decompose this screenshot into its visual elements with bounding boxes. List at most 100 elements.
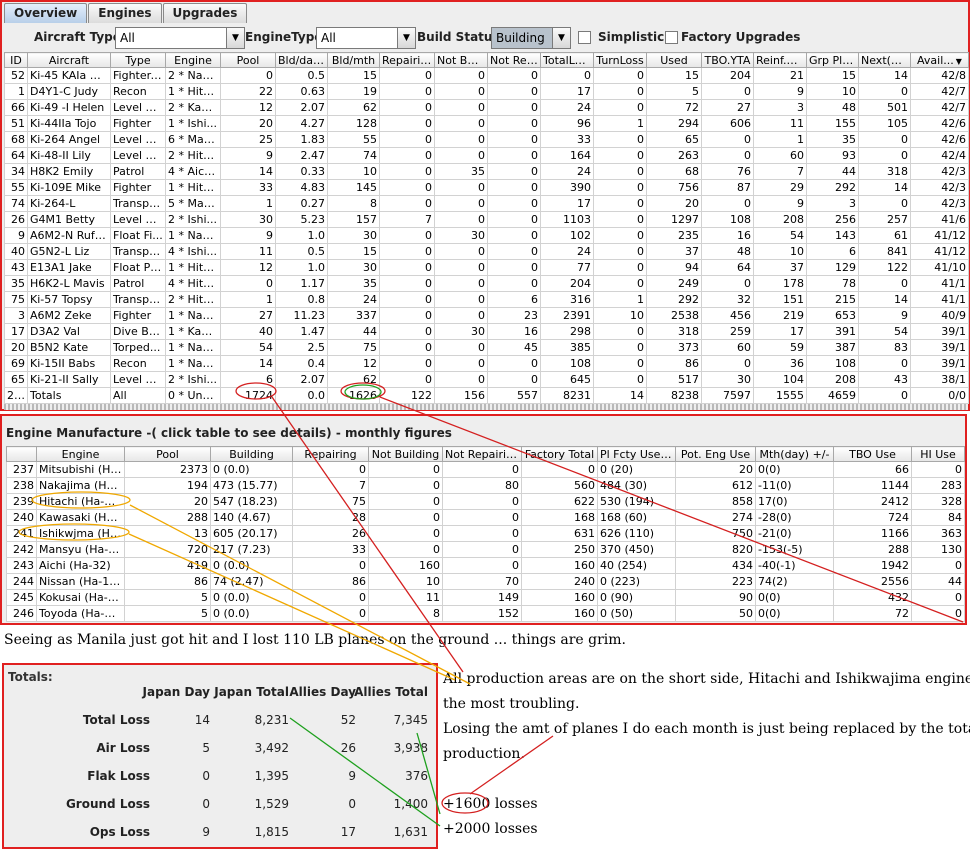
column-header[interactable]: Not Rep...	[487, 52, 541, 68]
column-header[interactable]: Repairing	[292, 446, 369, 462]
engine-row[interactable]: 246 Toyoda (Ha-44) 5 0 (0.0) 0 8 152 160 0 (50) 5…	[6, 605, 965, 622]
table-cell: 36	[753, 355, 807, 372]
table-row[interactable]: 75 Ki-57 Topsy Transport 2 * Hita... 1 0.8 24 0…	[4, 291, 969, 308]
column-header[interactable]: Pool	[124, 446, 211, 462]
column-header[interactable]: TotalLo...	[540, 52, 594, 68]
factory-upgrades-checkbox[interactable]	[665, 31, 678, 44]
engine-row[interactable]: 245 Kokusai (Ha-43) 5 0 (0.0) 0 11 149 160 0 (90…	[6, 589, 965, 606]
engine-row[interactable]: 238 Nakajima (Ha-5) 194 473 (15.77) 7 0 80 560 4…	[6, 477, 965, 494]
column-header[interactable]: Grp Pla...	[806, 52, 859, 68]
engine-row[interactable]: 240Kawasaki (Ha-41)288140 (4.67)28001681…	[6, 509, 965, 526]
table-row[interactable]: 74 Ki-264-L Transport 5 * Man... 1 0.27 8 0 0 0 17…	[4, 195, 969, 212]
table-cell: 0	[593, 147, 647, 164]
column-header[interactable]: ID	[4, 52, 28, 68]
table-cell: 0	[442, 461, 522, 478]
table-row[interactable]: 55 Ki-109E Mike Fighter 1 * Hita... 33 4.83 14…	[4, 179, 969, 196]
table-row[interactable]: 66 Ki-49 -I Helen Level B... 2 * Kaw... 12 2.…	[4, 99, 969, 116]
table-cell: Ki-48-II Lily	[27, 147, 111, 164]
tab-upgrades[interactable]: Upgrades	[162, 3, 248, 23]
table-row[interactable]: 26 G4M1 Betty Level B... 2 * Ishi... 30 5.23 1…	[4, 211, 969, 228]
simplistic-checkbox[interactable]	[578, 31, 591, 44]
column-header[interactable]: Building	[210, 446, 293, 462]
table-row[interactable]: 1 D4Y1-C Judy Recon 1 * Hita... 22 0.63 19 0 0 0 1…	[4, 83, 969, 100]
tab-engines[interactable]: Engines	[88, 3, 162, 23]
column-header[interactable]: Aircraft	[27, 52, 111, 68]
column-header[interactable]: Repairing	[379, 52, 435, 68]
column-header[interactable]: Used	[646, 52, 702, 68]
table-row[interactable]: 69 Ki-15II Babs Recon 1 * Nak... 14 0.4 12 0 0 0 1…	[4, 355, 969, 372]
table-cell: 44	[806, 163, 859, 180]
table-row[interactable]: 40 G5N2-L Liz Transport 4 * Ishi... 11 0.5 15 0…	[4, 243, 969, 260]
table-row[interactable]: 3 A6M2 Zeke Fighter 1 * Nak... 27 11.23 337 0 0 2…	[4, 307, 969, 324]
chevron-down-icon: ▼	[226, 28, 244, 48]
table-cell: 7	[753, 163, 807, 180]
table-row[interactable]: 43 E13A1 Jake Float Pl... 1 * Hita... 12 1.0 3…	[4, 259, 969, 276]
table-cell: 0	[434, 355, 488, 372]
table-row[interactable]: 65 Ki-21-II Sally Level B... 2 * Ishi... 6 2.…	[4, 371, 969, 388]
column-header[interactable]: Pot. Eng Use	[675, 446, 756, 462]
engine-row[interactable]: 241 Ishikwjma (Ha-... 13 605 (20.17) 26 0 0 631…	[6, 525, 965, 542]
table-row[interactable]: 17 D3A2 Val Dive Bo... 1 * Kaw... 40 1.47 44 0 3…	[4, 323, 969, 340]
totals-value: 52	[340, 713, 356, 727]
table-row[interactable]: 51 Ki-44IIa Tojo Fighter 1 * Ishi... 20 4.27 1…	[4, 115, 969, 132]
column-header[interactable]: Bld/mth	[327, 52, 380, 68]
engine-type-select[interactable]: All ▼	[316, 27, 416, 49]
table-row[interactable]: 68 Ki-264 Angel Level B... 6 * Man... 25 1.83…	[4, 131, 969, 148]
table-cell: 3	[753, 99, 807, 116]
engine-type-value: All	[321, 31, 336, 45]
table-cell: 54	[858, 323, 911, 340]
totals-row[interactable]: 250 Totals All 0 * Unk... 1724 0.0 1626 122 156 5…	[4, 387, 969, 404]
table-row[interactable]: 9 A6M2-N Rufe-FF Float Fi... 1 * Nak... 9 1.0…	[4, 227, 969, 244]
engine-row[interactable]: 239 Hitachi (Ha-35) 20 547 (18.23) 75 0 0 622 53…	[6, 493, 965, 510]
column-header[interactable]: Engine	[165, 52, 221, 68]
table-row[interactable]: 34 H8K2 Emily Patrol 4 * Aich... 14 0.33 10 0 35…	[4, 163, 969, 180]
column-header[interactable]: Mth(day) +/-	[755, 446, 834, 462]
column-header[interactable]: Bld/days	[275, 52, 328, 68]
table-cell: Level B...	[110, 131, 166, 148]
column-header[interactable]: Reinf.N...	[753, 52, 807, 68]
column-header[interactable]: Avail... ▼	[910, 52, 969, 68]
table-row[interactable]: 64 Ki-48-II Lily Level B... 2 * Hita... 9 2.4…	[4, 147, 969, 164]
table-cell: 55	[327, 131, 380, 148]
column-header-label: ID	[10, 53, 22, 67]
table-row[interactable]: 20 B5N2 Kate Torped... 1 * Nak... 54 2.5 75 0 0 4…	[4, 339, 969, 356]
engine-row[interactable]: 242 Mansyu (Ha-45) 720 217 (7.23) 33 0 0 250 370…	[6, 541, 965, 558]
column-header[interactable]: TBO Use	[833, 446, 912, 462]
build-status-select[interactable]: Building ▼	[491, 27, 571, 49]
engine-row[interactable]: 243 Aichi (Ha-32) 419 0 (0.0) 0 160 0 160 40 (25…	[6, 557, 965, 574]
aircraft-table[interactable]: ID Aircraft Type Engine Pool Bld/days Bld/mth R…	[4, 52, 969, 404]
column-header[interactable]: HI Use	[911, 446, 965, 462]
engine-row[interactable]: 237 Mitsubishi (Ha-1) 2373 0 (0.0) 0 0 0 0 0 (20…	[6, 461, 965, 478]
column-header[interactable]: Next(dd)	[858, 52, 911, 68]
column-header[interactable]: Not Building	[368, 446, 443, 462]
table-cell: 0	[434, 275, 488, 292]
column-header[interactable]: Factory Total	[521, 446, 598, 462]
table-cell: 0	[220, 67, 276, 84]
table-row[interactable]: 52 Ki-45 KAIa Nick Fighter-... 2 * Nak... 0 0…	[4, 67, 969, 84]
column-header[interactable]: Engine	[36, 446, 125, 462]
tab-overview[interactable]: Overview	[4, 3, 88, 23]
column-header[interactable]	[6, 446, 37, 462]
column-header[interactable]: TBO.YTA	[701, 52, 754, 68]
engine-table[interactable]: Engine Pool Building Repairing Not Building N…	[6, 446, 965, 622]
table-cell: Totals	[27, 387, 111, 404]
table-cell: 44	[327, 323, 380, 340]
aircraft-type-select[interactable]: All ▼	[115, 27, 245, 49]
column-header[interactable]: Not Repairing	[442, 446, 522, 462]
table-cell: 28	[292, 509, 369, 526]
column-header[interactable]: Pl Fcty Use(...	[597, 446, 676, 462]
column-header[interactable]: Not Buil...	[434, 52, 488, 68]
table-row[interactable]: 35 H6K2-L Mavis Patrol 4 * Hita... 0 1.17 35 0 0…	[4, 275, 969, 292]
table-cell: 41/12	[910, 227, 969, 244]
column-header[interactable]: Pool	[220, 52, 276, 68]
table-cell: 0	[593, 355, 647, 372]
chevron-down-icon: ▼	[552, 28, 570, 48]
column-header[interactable]: TurnLoss	[593, 52, 647, 68]
table-cell: 5	[124, 605, 211, 622]
horizontal-splitter[interactable]	[4, 404, 968, 410]
production-note-line1: All production areas are on the short si…	[443, 671, 970, 687]
table-cell: 0 (20)	[597, 461, 676, 478]
column-header[interactable]: Type	[110, 52, 166, 68]
column-header-label: TBO.YTA	[704, 53, 751, 67]
engine-row[interactable]: 244 Nissan (Ha-104) 86 74 (2.47) 86 10 70 240 0 …	[6, 573, 965, 590]
